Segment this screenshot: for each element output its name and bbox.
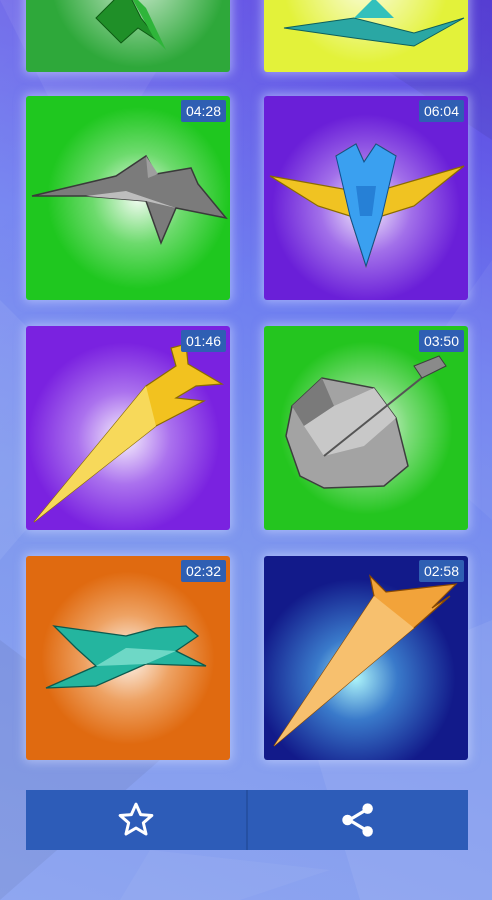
favorite-button[interactable] [26,790,246,850]
tutorial-tile-teal-jet[interactable]: 02:32 [26,556,230,760]
yellow-dart-plane-icon [33,343,224,523]
tutorial-tile-top-right[interactable] [264,0,468,72]
duration-badge: 02:58 [418,560,464,582]
duration-badge: 06:04 [418,100,464,122]
duration-badge: 01:46 [180,330,226,352]
green-jet-plane-icon [95,0,166,50]
tutorial-tile-orange-arrow[interactable]: 02:58 [264,556,468,760]
duration-badge: 04:28 [180,100,226,122]
gray-pod-plane-icon [285,355,447,489]
orange-arrow-plane-icon [273,574,458,747]
tutorial-tile-gray-jet[interactable]: 04:28 [26,96,230,300]
teal-jet-plane-icon-top [283,0,465,47]
tutorial-tile-yellow-dart[interactable]: 01:46 [26,326,230,530]
blue-yellow-glider-icon [269,143,465,268]
tutorial-tile-top-left[interactable] [26,0,230,72]
duration-badge: 03:50 [418,330,464,352]
duration-badge: 02:32 [180,560,226,582]
tutorial-tile-gray-pod[interactable]: 03:50 [264,326,468,530]
bottom-action-bar [26,790,468,850]
star-outline-icon [118,802,154,836]
gray-jet-plane-icon [31,154,228,246]
teal-jet-plane-icon [45,625,207,689]
tutorial-tile-delta-glider[interactable]: 06:04 [264,96,468,300]
share-icon [342,803,373,837]
share-button[interactable] [248,790,468,850]
